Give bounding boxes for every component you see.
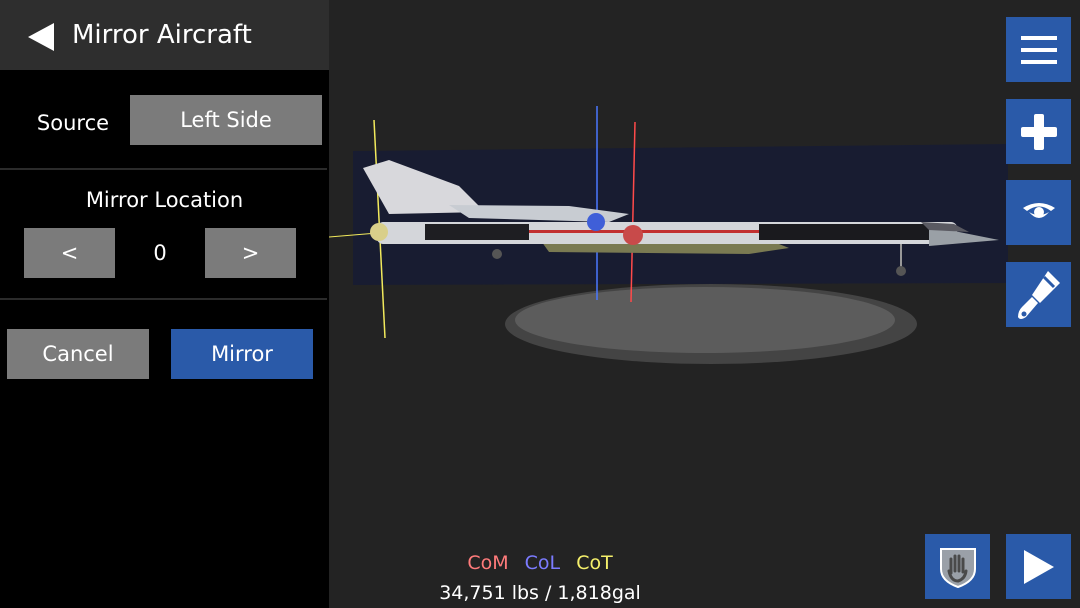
cancel-button[interactable]: Cancel xyxy=(7,329,149,379)
center-legend: CoM CoL CoT xyxy=(460,550,620,576)
hamburger-menu-icon xyxy=(1020,35,1057,64)
view-button[interactable] xyxy=(1006,180,1071,245)
mirror-button[interactable]: Mirror xyxy=(171,329,313,379)
divider xyxy=(0,168,327,170)
paint-brush-icon xyxy=(1017,270,1060,319)
com-marker xyxy=(623,225,643,245)
fuselage-stripe xyxy=(529,230,759,233)
location-decrease-button[interactable]: < xyxy=(24,228,115,278)
legend-col: CoL xyxy=(524,552,561,574)
divider xyxy=(0,298,327,300)
weight-fuel-stats: 34,751 lbs / 1,818gal xyxy=(439,582,641,604)
mirror-aircraft-panel: Mirror Aircraft Source Left Side Mirror … xyxy=(0,0,329,608)
source-label: Source xyxy=(36,111,110,135)
location-increase-button[interactable]: > xyxy=(205,228,296,278)
source-selector-button[interactable]: Left Side xyxy=(130,95,322,145)
designer-viewport[interactable] xyxy=(329,0,1080,608)
paint-button[interactable] xyxy=(1006,262,1071,327)
menu-button[interactable] xyxy=(1006,17,1071,82)
mirror-plane xyxy=(353,144,1008,285)
ground-shadow xyxy=(515,287,895,353)
back-arrow-icon[interactable] xyxy=(26,21,56,53)
engine-intake xyxy=(370,223,388,241)
landing-gear-front xyxy=(896,266,906,276)
landing-gear-rear xyxy=(492,249,502,259)
mirror-location-label: Mirror Location xyxy=(85,188,244,212)
legend-com: CoM xyxy=(467,552,509,574)
aircraft-scene[interactable] xyxy=(329,0,1080,608)
grab-tool-button[interactable] xyxy=(925,534,990,599)
eye-icon xyxy=(1022,202,1055,218)
play-icon xyxy=(1023,549,1054,584)
plus-icon xyxy=(1020,113,1057,150)
panel-title: Mirror Aircraft xyxy=(72,20,252,50)
fuselage-dark xyxy=(425,224,529,240)
col-marker xyxy=(587,213,605,231)
panel-header: Mirror Aircraft xyxy=(0,0,329,70)
location-value: 0 xyxy=(153,241,167,265)
play-button[interactable] xyxy=(1006,534,1071,599)
hand-shield-icon xyxy=(939,547,976,588)
fuselage-dark-front xyxy=(759,224,929,240)
add-part-button[interactable] xyxy=(1006,99,1071,164)
legend-cot: CoT xyxy=(576,552,613,574)
